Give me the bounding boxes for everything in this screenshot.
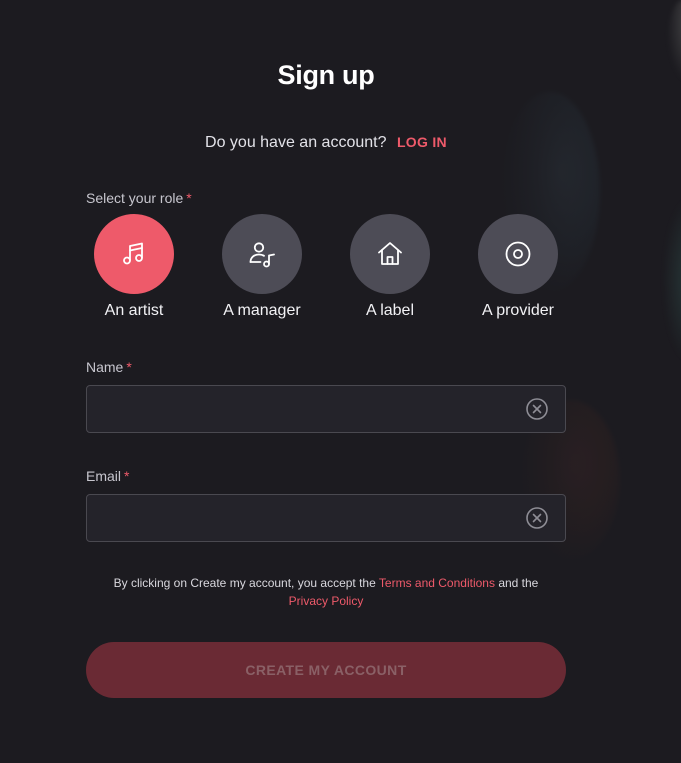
email-field — [86, 494, 566, 543]
name-field — [86, 385, 566, 434]
role-circle — [478, 214, 558, 294]
role-option-manager[interactable]: A manager — [207, 214, 317, 320]
email-label: Email * — [86, 468, 129, 484]
music-note-icon — [123, 242, 143, 265]
terms-notice: By clicking on Create my account, you ac… — [86, 574, 566, 610]
required-marker: * — [126, 359, 132, 375]
clear-icon[interactable] — [526, 398, 548, 420]
role-option-provider[interactable]: A provider — [463, 214, 573, 320]
name-label-text: Name — [86, 359, 124, 375]
background-decoration — [668, 0, 681, 80]
login-prompt-text: Do you have an account? — [205, 134, 387, 151]
login-prompt: Do you have an account? LOG IN — [86, 134, 566, 152]
create-account-button[interactable]: CREATE MY ACCOUNT — [86, 642, 566, 698]
terms-link[interactable]: Terms and Conditions — [379, 576, 495, 590]
role-circle — [350, 214, 430, 294]
name-label: Name * — [86, 359, 132, 375]
required-marker: * — [124, 468, 130, 484]
person-music-icon — [249, 242, 275, 268]
role-option-artist[interactable]: An artist — [79, 214, 189, 320]
background-decoration — [664, 200, 681, 360]
terms-text: By clicking on Create my account, you ac… — [113, 576, 376, 590]
role-label-text: Select your role — [86, 190, 184, 206]
terms-conjunction: and the — [498, 576, 539, 590]
house-icon — [378, 242, 402, 265]
email-input[interactable] — [99, 495, 513, 543]
email-label-text: Email — [86, 468, 122, 484]
login-link[interactable]: LOG IN — [397, 134, 447, 150]
role-option-label: A provider — [481, 302, 555, 319]
name-input[interactable] — [99, 386, 513, 434]
role-label: Select your role * — [86, 190, 192, 206]
disc-icon — [505, 241, 531, 267]
role-circle — [222, 214, 302, 294]
role-selector: An artist A manager A label A provider — [86, 214, 566, 324]
role-option-label: A manager — [223, 302, 301, 319]
role-option-label: An artist — [104, 302, 164, 319]
required-marker: * — [186, 190, 192, 206]
role-option-label-company[interactable]: A label — [335, 214, 445, 320]
role-option-label: A label — [365, 302, 415, 319]
page-title: Sign up — [277, 60, 375, 90]
privacy-link[interactable]: Privacy Policy — [289, 594, 364, 608]
role-circle — [94, 214, 174, 294]
clear-icon[interactable] — [526, 507, 548, 529]
